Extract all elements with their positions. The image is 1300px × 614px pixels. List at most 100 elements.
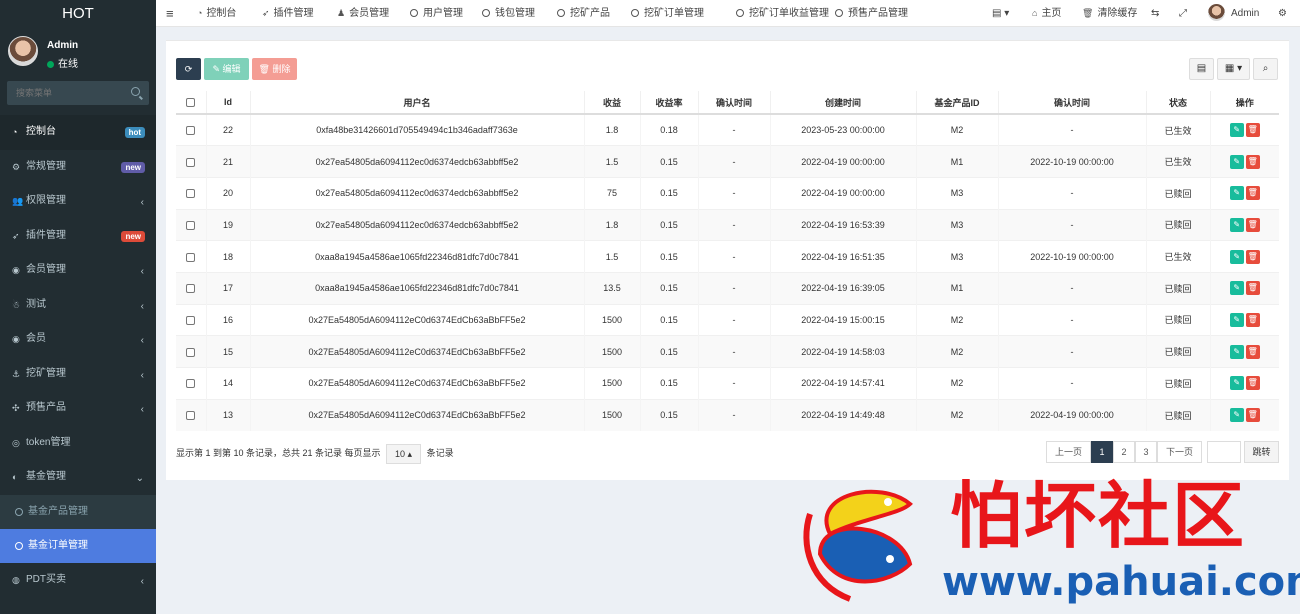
- next-page-button[interactable]: 下一页: [1157, 441, 1202, 463]
- row-delete-button[interactable]: 🗑: [1245, 249, 1260, 264]
- table-cell: -: [697, 271, 770, 305]
- topnav-item[interactable]: ➶ 插件管理: [262, 0, 314, 27]
- table-cell: M3: [915, 240, 998, 273]
- row-delete-button[interactable]: 🗑: [1245, 123, 1260, 138]
- row-checkbox[interactable]: [186, 284, 196, 294]
- topnav-dropdown-button[interactable]: ▤ ▾: [992, 0, 1009, 27]
- topnav-item[interactable]: 挖矿产品: [557, 0, 610, 27]
- topnav-item[interactable]: 预售产品管理: [835, 0, 908, 27]
- select-all-checkbox[interactable]: [186, 98, 196, 108]
- table-cell: M2: [915, 113, 998, 146]
- app-logo[interactable]: HOT: [0, 0, 156, 27]
- search-icon[interactable]: [131, 87, 140, 96]
- page-3-button[interactable]: 3: [1135, 441, 1157, 463]
- page-2-button[interactable]: 2: [1113, 441, 1135, 463]
- toggle-view-button[interactable]: ▤: [1189, 58, 1214, 80]
- row-edit-button[interactable]: ✎: [1229, 154, 1244, 169]
- column-header[interactable]: 创建时间: [769, 91, 916, 115]
- menu-toggle-button[interactable]: ≡: [166, 0, 174, 27]
- row-checkbox[interactable]: [186, 316, 196, 326]
- sidebar-item[interactable]: ⚓ 挖矿管理 ‹: [0, 357, 156, 392]
- sidebar-item[interactable]: 👥 权限管理 ‹: [0, 184, 156, 219]
- sidebar-item-label: 预售产品: [26, 402, 66, 413]
- table-cell: 已赎回: [1145, 303, 1210, 336]
- row-delete-button[interactable]: 🗑: [1245, 376, 1260, 391]
- column-header[interactable]: Id: [205, 91, 250, 115]
- topnav-item[interactable]: 用户管理: [410, 0, 463, 27]
- column-header[interactable]: 确认时间: [697, 91, 770, 115]
- column-header[interactable]: 收益率: [639, 91, 698, 115]
- topnav-item[interactable]: ◔ 控制台: [197, 0, 236, 27]
- jump-button[interactable]: 跳转: [1244, 441, 1279, 463]
- sidebar-item[interactable]: ➶ 插件管理 new: [0, 219, 156, 254]
- page-1-button[interactable]: 1: [1091, 441, 1113, 463]
- sidebar-item[interactable]: ⚙ 常规管理 new: [0, 150, 156, 185]
- row-checkbox[interactable]: [186, 252, 196, 262]
- row-delete-button[interactable]: 🗑: [1245, 281, 1260, 296]
- row-edit-button[interactable]: ✎: [1229, 344, 1244, 359]
- row-edit-button[interactable]: ✎: [1229, 217, 1244, 232]
- refresh-button[interactable]: ⟳: [176, 58, 201, 80]
- translate-button[interactable]: ⇆: [1151, 0, 1159, 27]
- row-checkbox[interactable]: [186, 347, 196, 357]
- row-delete-button[interactable]: 🗑: [1245, 217, 1260, 232]
- submenu-item-label: 基金产品管理: [28, 505, 88, 517]
- row-checkbox[interactable]: [186, 411, 196, 421]
- row-edit-button[interactable]: ✎: [1229, 249, 1244, 264]
- row-edit-button[interactable]: ✎: [1229, 376, 1244, 391]
- row-actions: ✎ 🗑: [1209, 303, 1279, 336]
- row-edit-button[interactable]: ✎: [1229, 408, 1244, 423]
- submenu-item[interactable]: 基金产品管理: [0, 495, 156, 529]
- row-delete-button[interactable]: 🗑: [1245, 344, 1260, 359]
- row-checkbox[interactable]: [186, 126, 196, 136]
- search-input[interactable]: [7, 81, 127, 105]
- row-edit-button[interactable]: ✎: [1229, 312, 1244, 327]
- column-header[interactable]: 确认时间: [997, 91, 1146, 115]
- topnav-item[interactable]: 挖矿订单收益管理: [736, 0, 829, 27]
- sidebar-item[interactable]: ◉ 会员管理 ‹: [0, 253, 156, 288]
- admin-menu[interactable]: Admin: [1208, 0, 1259, 27]
- row-edit-button[interactable]: ✎: [1229, 186, 1244, 201]
- column-header[interactable]: 收益: [583, 91, 640, 115]
- column-header[interactable]: 用户名: [249, 91, 584, 115]
- table-cell: 1500: [583, 303, 640, 336]
- row-delete-button[interactable]: 🗑: [1245, 312, 1260, 327]
- row-edit-button[interactable]: ✎: [1229, 281, 1244, 296]
- row-checkbox[interactable]: [186, 157, 196, 167]
- columns-button[interactable]: ▦ ▾: [1217, 58, 1250, 80]
- topnav-item[interactable]: ♟ 会员管理: [337, 0, 389, 27]
- sidebar-item[interactable]: ☃ 测试 ‹: [0, 288, 156, 323]
- row-checkbox[interactable]: [186, 189, 196, 199]
- token-icon: ◎: [12, 437, 20, 448]
- row-delete-button[interactable]: 🗑: [1245, 408, 1260, 423]
- settings-button[interactable]: ⚙: [1278, 0, 1287, 27]
- page-size-select[interactable]: 10 ▴: [386, 443, 422, 464]
- table-cell: 2022-04-19 16:53:39: [769, 208, 916, 241]
- row-delete-button[interactable]: 🗑: [1245, 154, 1260, 169]
- edit-button[interactable]: ✎ 编辑: [204, 58, 249, 80]
- sidebar-item[interactable]: ◐ 基金管理 ⌄: [0, 460, 156, 495]
- fullscreen-button[interactable]: ⤢: [1179, 0, 1187, 27]
- row-checkbox[interactable]: [186, 379, 196, 389]
- delete-button[interactable]: 🗑 删除: [252, 58, 297, 80]
- table-cell: -: [697, 240, 770, 273]
- jump-page-input[interactable]: [1207, 441, 1241, 463]
- sidebar-item[interactable]: ◍ PDT买卖 ‹: [0, 563, 156, 598]
- column-header[interactable]: 状态: [1145, 91, 1210, 115]
- topnav-item[interactable]: 挖矿订单管理: [631, 0, 704, 27]
- sidebar-item[interactable]: ◔ 控制台 hot: [0, 115, 156, 150]
- clear-cache-button[interactable]: 🗑 清除缓存: [1082, 0, 1137, 27]
- sidebar-item[interactable]: ✣ 预售产品 ‹: [0, 391, 156, 426]
- search-toggle-button[interactable]: ⌕: [1253, 58, 1278, 80]
- row-edit-button[interactable]: ✎: [1229, 123, 1244, 138]
- home-link[interactable]: ⌂ 主页: [1032, 0, 1061, 27]
- topnav-item[interactable]: 钱包管理: [482, 0, 535, 27]
- row-delete-button[interactable]: 🗑: [1245, 186, 1260, 201]
- prev-page-button[interactable]: 上一页: [1046, 441, 1091, 463]
- sidebar-item[interactable]: ◉ 会员 ‹: [0, 322, 156, 357]
- sidebar-item[interactable]: ◎ token管理: [0, 426, 156, 461]
- submenu-item[interactable]: 基金订单管理: [0, 528, 156, 563]
- row-checkbox[interactable]: [186, 220, 196, 230]
- column-header[interactable]: 操作: [1209, 91, 1279, 115]
- column-header[interactable]: 基金产品ID: [915, 91, 998, 115]
